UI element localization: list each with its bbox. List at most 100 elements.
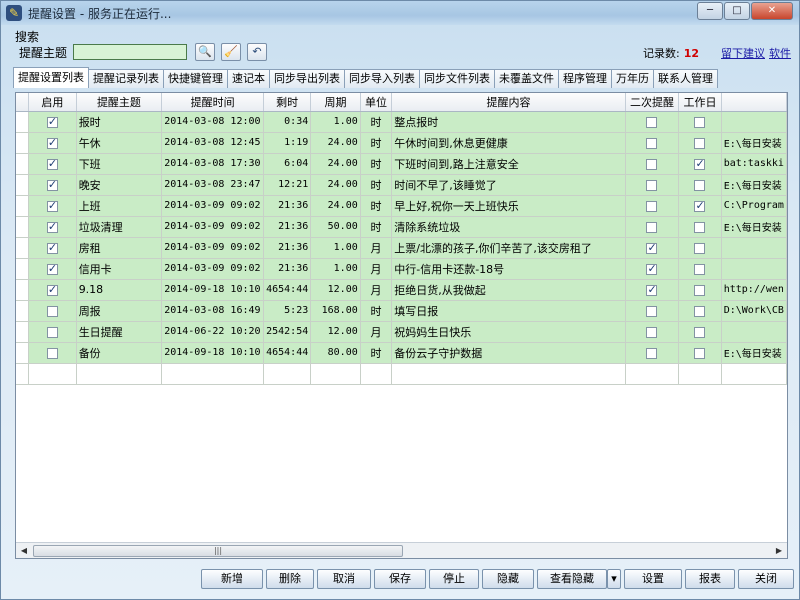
extra-cell[interactable]: http://wen bbox=[721, 279, 787, 301]
second-reminder-checkbox[interactable] bbox=[646, 347, 658, 359]
software-link[interactable]: 软件 bbox=[769, 45, 791, 61]
time-cell[interactable]: 2014-03-09 09:02 bbox=[161, 237, 265, 259]
enabled-checkbox[interactable] bbox=[46, 283, 58, 296]
second-reminder-checkbox[interactable] bbox=[646, 137, 658, 149]
second-reminder-checkbox[interactable] bbox=[646, 305, 658, 317]
topic-cell[interactable]: 上班 bbox=[76, 195, 163, 217]
time-cell[interactable]: 2014-09-18 10:10 bbox=[161, 342, 265, 364]
time-cell[interactable]: 2014-03-09 09:02 bbox=[161, 216, 265, 238]
time-cell[interactable]: 2014-06-22 10:20 bbox=[161, 321, 265, 343]
workday-checkbox[interactable] bbox=[694, 305, 706, 317]
content-cell[interactable]: 中行-信用卡还款-18号 bbox=[391, 258, 626, 280]
enabled-checkbox[interactable] bbox=[46, 157, 58, 170]
topic-cell[interactable]: 备份 bbox=[76, 342, 163, 364]
content-cell[interactable]: 填写日报 bbox=[391, 300, 626, 322]
extra-cell[interactable] bbox=[721, 237, 787, 259]
enabled-checkbox[interactable] bbox=[46, 220, 58, 233]
suggestion-link[interactable]: 留下建议 bbox=[721, 45, 765, 61]
tab-uncovered-files[interactable]: 未覆盖文件 bbox=[494, 69, 559, 88]
table-row[interactable]: 房租2014-03-09 09:0221:361.00月上票/北漂的孩子,你们辛… bbox=[16, 237, 787, 259]
time-cell[interactable]: 2014-03-08 17:30 bbox=[161, 153, 265, 175]
clear-broom-icon[interactable]: 🧹 bbox=[221, 43, 242, 61]
period-cell[interactable]: 12.00 bbox=[310, 279, 361, 301]
tab-notes[interactable]: 速记本 bbox=[227, 69, 270, 88]
unit-cell[interactable]: 时 bbox=[360, 300, 393, 322]
header-time[interactable]: 提醒时间 bbox=[161, 93, 265, 112]
period-cell[interactable]: 24.00 bbox=[310, 174, 361, 196]
time-cell[interactable]: 2014-03-09 09:02 bbox=[161, 258, 265, 280]
workday-checkbox[interactable] bbox=[694, 157, 706, 170]
table-row[interactable]: 信用卡2014-03-09 09:0221:361.00月中行-信用卡还款-18… bbox=[16, 258, 787, 280]
workday-checkbox[interactable] bbox=[694, 199, 706, 212]
extra-cell[interactable]: bat:taskki bbox=[721, 153, 787, 175]
enabled-checkbox[interactable] bbox=[46, 199, 58, 212]
enabled-checkbox[interactable] bbox=[46, 136, 58, 149]
period-cell[interactable]: 168.00 bbox=[310, 300, 361, 322]
unit-cell[interactable]: 月 bbox=[360, 237, 393, 259]
unit-cell[interactable]: 时 bbox=[360, 216, 393, 238]
extra-cell[interactable]: C:\Program bbox=[721, 195, 787, 217]
time-cell[interactable]: 2014-03-08 16:49 bbox=[161, 300, 265, 322]
unit-cell[interactable]: 月 bbox=[360, 321, 393, 343]
tab-programs[interactable]: 程序管理 bbox=[558, 69, 612, 88]
delete-button[interactable]: 删除 bbox=[266, 569, 314, 589]
tab-reminder-records[interactable]: 提醒记录列表 bbox=[88, 69, 164, 88]
table-row[interactable]: 垃圾清理2014-03-09 09:0221:3650.00时清除系统垃圾 E:\… bbox=[16, 216, 787, 238]
workday-checkbox[interactable] bbox=[694, 263, 706, 275]
extra-cell[interactable] bbox=[721, 111, 787, 133]
content-cell[interactable]: 早上好,祝你一天上班快乐 bbox=[391, 195, 626, 217]
view-hidden-dropdown-icon[interactable]: ▾ bbox=[607, 569, 621, 589]
scroll-right-icon[interactable]: ▶ bbox=[771, 544, 787, 558]
workday-checkbox[interactable] bbox=[694, 284, 706, 296]
content-cell[interactable]: 整点报时 bbox=[391, 111, 626, 133]
period-cell[interactable]: 24.00 bbox=[310, 153, 361, 175]
period-cell[interactable]: 1.00 bbox=[310, 258, 361, 280]
unit-cell[interactable]: 时 bbox=[360, 342, 393, 364]
enabled-checkbox[interactable] bbox=[46, 178, 58, 191]
tab-reminder-settings[interactable]: 提醒设置列表 bbox=[13, 67, 89, 88]
time-cell[interactable]: 2014-03-08 23:47 bbox=[161, 174, 265, 196]
content-cell[interactable]: 清除系统垃圾 bbox=[391, 216, 626, 238]
add-button[interactable]: 新增 bbox=[201, 569, 263, 589]
header-unit[interactable]: 单位 bbox=[360, 93, 393, 112]
content-cell[interactable]: 午休时间到,休息更健康 bbox=[391, 132, 626, 154]
period-cell[interactable]: 80.00 bbox=[310, 342, 361, 364]
period-cell[interactable]: 12.00 bbox=[310, 321, 361, 343]
undo-icon[interactable]: ↶ bbox=[247, 43, 268, 61]
cancel-button[interactable]: 取消 bbox=[317, 569, 371, 589]
content-cell[interactable]: 下班时间到,路上注意安全 bbox=[391, 153, 626, 175]
second-reminder-checkbox[interactable] bbox=[646, 179, 658, 191]
close-button[interactable]: 关闭 bbox=[738, 569, 794, 589]
content-cell[interactable]: 拒绝日货,从我做起 bbox=[391, 279, 626, 301]
maximize-icon[interactable]: □ bbox=[724, 2, 750, 20]
enabled-checkbox[interactable] bbox=[46, 305, 58, 317]
table-row[interactable]: 备份 2014-09-18 10:10 4654:44 80.00 时备份云子守护数据 E… bbox=[16, 342, 787, 364]
content-cell[interactable]: 祝妈妈生日快乐 bbox=[391, 321, 626, 343]
table-row[interactable]: 上班2014-03-09 09:0221:3624.00时早上好,祝你一天上班快… bbox=[16, 195, 787, 217]
period-cell[interactable]: 1.00 bbox=[310, 111, 361, 133]
topic-cell[interactable]: 房租 bbox=[76, 237, 163, 259]
horizontal-scrollbar[interactable]: ◀ ||| ▶ bbox=[16, 542, 787, 558]
header-period[interactable]: 周期 bbox=[310, 93, 361, 112]
search-icon[interactable]: 🔍 bbox=[195, 43, 216, 61]
report-button[interactable]: 报表 bbox=[685, 569, 735, 589]
extra-cell[interactable]: D:\Work\CB bbox=[721, 300, 787, 322]
time-cell[interactable]: 2014-03-08 12:45 bbox=[161, 132, 265, 154]
save-button[interactable]: 保存 bbox=[374, 569, 426, 589]
table-row[interactable]: 午休2014-03-08 12:451:1924.00时午休时间到,休息更健康 E… bbox=[16, 132, 787, 154]
period-cell[interactable]: 24.00 bbox=[310, 132, 361, 154]
topic-cell[interactable]: 午休 bbox=[76, 132, 163, 154]
period-cell[interactable]: 1.00 bbox=[310, 237, 361, 259]
unit-cell[interactable]: 时 bbox=[360, 111, 393, 133]
second-reminder-checkbox[interactable] bbox=[646, 221, 658, 233]
header-extra[interactable] bbox=[721, 93, 787, 112]
header-second-reminder[interactable]: 二次提醒 bbox=[625, 93, 680, 112]
second-reminder-checkbox[interactable] bbox=[646, 283, 658, 296]
workday-checkbox[interactable] bbox=[694, 326, 706, 338]
extra-cell[interactable]: E:\每日安装 bbox=[721, 174, 787, 196]
unit-cell[interactable]: 时 bbox=[360, 153, 393, 175]
second-reminder-checkbox[interactable] bbox=[646, 200, 658, 212]
unit-cell[interactable]: 月 bbox=[360, 279, 393, 301]
time-cell[interactable]: 2014-09-18 10:10 bbox=[161, 279, 265, 301]
enabled-checkbox[interactable] bbox=[46, 115, 58, 128]
